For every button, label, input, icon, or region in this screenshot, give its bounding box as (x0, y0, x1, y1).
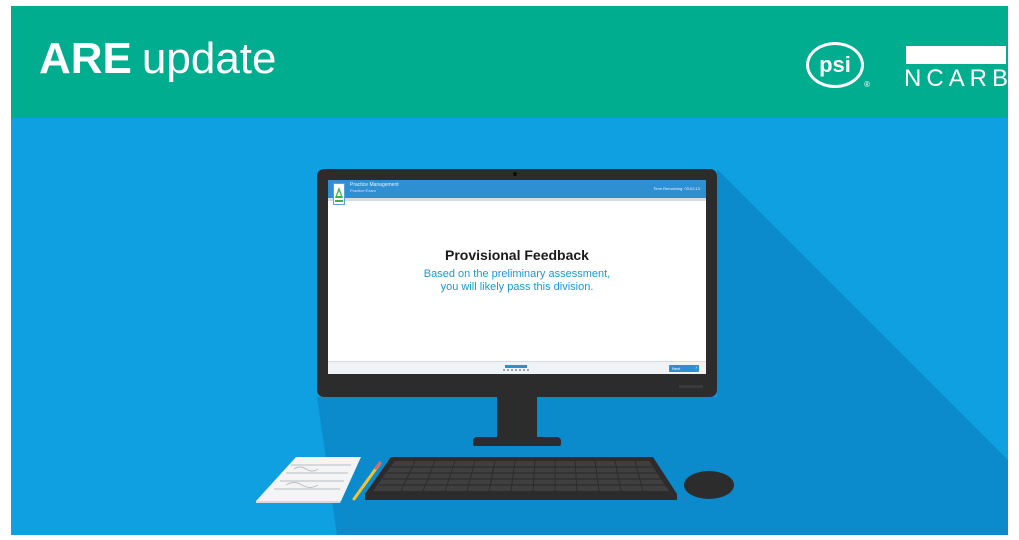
pencil-icon (352, 461, 382, 501)
brand-title-bold: ARE (39, 34, 132, 83)
monitor-stand-base (473, 437, 561, 446)
promo-banner: ARE update psi ® NCARB Practice Managemen… (11, 6, 1008, 535)
exam-subtitle: Practice Exam (350, 188, 376, 193)
header-bar: ARE update psi ® NCARB (11, 6, 1008, 118)
chevron-right-icon: › (695, 365, 697, 371)
brand-title: ARE update (39, 34, 276, 84)
time-remaining: Time Remaining: 03:02:13 (653, 186, 700, 191)
feedback-title: Provisional Feedback (445, 247, 589, 263)
feedback-line-1: Based on the preliminary assessment, (423, 268, 611, 280)
exam-screen: Practice Management Practice Exam Time R… (328, 180, 706, 374)
feedback-line-2: you will likely pass this division. (440, 281, 594, 293)
notepad-icon (256, 457, 382, 503)
psi-logo: psi ® (806, 42, 870, 89)
exam-sub-strip (328, 198, 706, 201)
registered-mark: ® (864, 80, 870, 89)
progress-bar (505, 365, 527, 368)
illustration-scene: Practice Management Practice Exam Time R… (11, 118, 1008, 535)
ncarb-triangle-icon (333, 183, 345, 205)
webcam-dot (513, 172, 517, 176)
monitor: Practice Management Practice Exam Time R… (317, 169, 717, 397)
keyboard-icon (365, 457, 677, 500)
monitor-chin-detail (679, 385, 703, 388)
ncarb-logo: NCARB (904, 65, 1008, 92)
brand-title-light: update (141, 34, 277, 83)
monitor-stand-neck (497, 397, 537, 439)
mouse-icon (684, 471, 734, 499)
exam-header-bar: Practice Management Practice Exam Time R… (328, 180, 706, 198)
psi-logo-text: psi (819, 52, 851, 77)
next-button[interactable]: Next › (669, 365, 699, 372)
feedback-message: Based on the preliminary assessment, you… (328, 268, 706, 294)
ncarb-logo-bar (906, 46, 1006, 64)
exam-footer: Next › (328, 361, 706, 374)
page-dots (503, 369, 529, 371)
next-button-label: Next (672, 366, 681, 371)
